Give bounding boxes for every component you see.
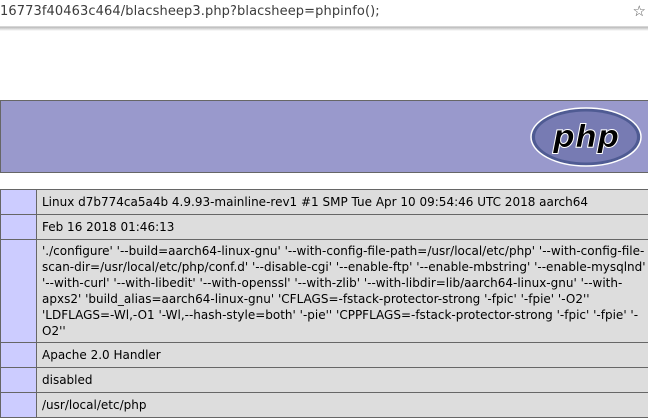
row-key-cell [1,393,37,418]
url-text[interactable]: 16773f40463c464/blacsheep3.php?blacsheep… [0,4,380,19]
address-bar[interactable]: 16773f40463c464/blacsheep3.php?blacsheep… [0,0,648,27]
row-key-cell [1,215,37,240]
row-key-cell [1,190,37,215]
virtual-directory-support-value: disabled [37,368,648,393]
phpinfo-table: Linux d7b774ca5a4b 4.9.93-mainline-rev1 … [0,189,648,418]
server-api-value: Apache 2.0 Handler [37,343,648,368]
table-row: disabled [1,368,648,393]
build-date-value: Feb 16 2018 01:46:13 [37,215,648,240]
table-row: Linux d7b774ca5a4b 4.9.93-mainline-rev1 … [1,190,648,215]
star-icon[interactable]: ☆ [633,2,646,20]
row-key-cell [1,343,37,368]
configure-command-value: './configure' '--build=aarch64-linux-gnu… [37,240,648,343]
table-row: /usr/local/etc/php [1,393,648,418]
system-value: Linux d7b774ca5a4b 4.9.93-mainline-rev1 … [37,190,648,215]
table-row: Apache 2.0 Handler [1,343,648,368]
php-logo-text: php [552,119,619,155]
php-logo[interactable]: php [530,107,642,167]
config-file-path-value: /usr/local/etc/php [37,393,648,418]
table-row: './configure' '--build=aarch64-linux-gnu… [1,240,648,343]
table-row: Feb 16 2018 01:46:13 [1,215,648,240]
row-key-cell [1,240,37,343]
toolbar-shadow [0,27,648,31]
row-key-cell [1,368,37,393]
